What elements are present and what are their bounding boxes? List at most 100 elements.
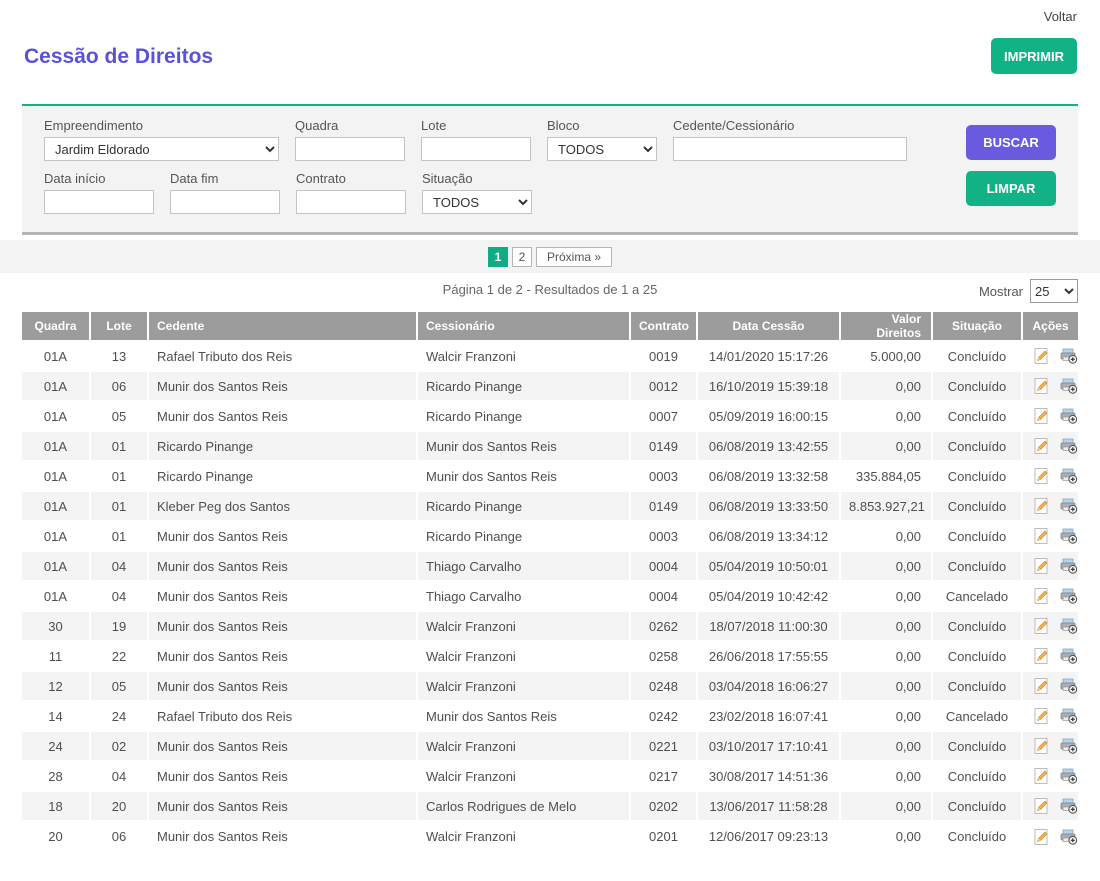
cell-quadra: 14	[22, 701, 90, 731]
table-row: 2804Munir dos Santos ReisWalcir Franzoni…	[22, 761, 1078, 791]
bloco-select[interactable]: TODOS	[547, 137, 657, 161]
print-icon[interactable]	[1060, 498, 1078, 514]
edit-icon[interactable]	[1034, 618, 1050, 634]
field-lote: Lote	[421, 118, 531, 161]
empreendimento-select[interactable]: Jardim Eldorado	[44, 137, 279, 161]
cell-data-cessao: 12/06/2017 09:23:13	[697, 821, 840, 851]
next-page-button[interactable]: Próxima »	[536, 247, 612, 267]
table-row: 1122Munir dos Santos ReisWalcir Franzoni…	[22, 641, 1078, 671]
print-icon[interactable]	[1060, 558, 1078, 574]
edit-icon[interactable]	[1034, 468, 1050, 484]
cell-quadra: 01A	[22, 491, 90, 521]
edit-icon[interactable]	[1034, 438, 1050, 454]
print-icon[interactable]	[1060, 798, 1078, 814]
edit-icon[interactable]	[1034, 829, 1050, 845]
cell-contrato: 0004	[630, 581, 697, 611]
cell-contrato: 0149	[630, 491, 697, 521]
cell-data-cessao: 13/06/2017 11:58:28	[697, 791, 840, 821]
voltar-link[interactable]: Voltar	[1044, 9, 1077, 24]
print-icon[interactable]	[1060, 468, 1078, 484]
cell-contrato: 0217	[630, 761, 697, 791]
print-icon[interactable]	[1060, 408, 1078, 424]
table-row: 2006Munir dos Santos ReisWalcir Franzoni…	[22, 821, 1078, 851]
print-icon[interactable]	[1060, 378, 1078, 394]
cell-quadra: 20	[22, 821, 90, 851]
cell-valor-direitos: 0,00	[840, 701, 932, 731]
edit-icon[interactable]	[1034, 768, 1050, 784]
pagination: 1 2 Próxima »	[0, 240, 1100, 273]
print-icon[interactable]	[1060, 708, 1078, 724]
contrato-input[interactable]	[296, 190, 406, 214]
cedente-cessionario-input[interactable]	[673, 137, 907, 161]
data-inicio-input[interactable]	[44, 190, 154, 214]
page-button-1[interactable]: 1	[488, 247, 508, 267]
edit-icon[interactable]	[1034, 708, 1050, 724]
edit-icon[interactable]	[1034, 798, 1050, 814]
print-icon[interactable]	[1060, 438, 1078, 454]
print-icon[interactable]	[1060, 768, 1078, 784]
cell-contrato: 0201	[630, 821, 697, 851]
edit-icon[interactable]	[1034, 738, 1050, 754]
edit-icon[interactable]	[1034, 348, 1050, 364]
imprimir-button[interactable]: IMPRIMIR	[991, 38, 1077, 74]
print-icon[interactable]	[1060, 829, 1078, 845]
lote-input[interactable]	[421, 137, 531, 161]
field-quadra: Quadra	[295, 118, 405, 161]
table-row: 01A05Munir dos Santos ReisRicardo Pinang…	[22, 401, 1078, 431]
print-icon[interactable]	[1060, 618, 1078, 634]
col-quadra: Quadra	[22, 312, 90, 341]
edit-icon[interactable]	[1034, 588, 1050, 604]
cell-lote: 24	[90, 701, 148, 731]
mostrar-select[interactable]: 25	[1030, 279, 1078, 303]
cell-contrato: 0007	[630, 401, 697, 431]
edit-icon[interactable]	[1034, 528, 1050, 544]
cell-cedente: Munir dos Santos Reis	[148, 521, 417, 551]
cell-data-cessao: 05/09/2019 16:00:15	[697, 401, 840, 431]
edit-icon[interactable]	[1034, 678, 1050, 694]
cessao-table: Quadra Lote Cedente Cessionário Contrato…	[22, 312, 1078, 851]
cell-cessionario: Walcir Franzoni	[417, 341, 630, 371]
cell-contrato: 0221	[630, 731, 697, 761]
cell-valor-direitos: 8.853.927,21	[840, 491, 932, 521]
edit-icon[interactable]	[1034, 648, 1050, 664]
edit-icon[interactable]	[1034, 378, 1050, 394]
lote-label: Lote	[421, 118, 531, 133]
print-icon[interactable]	[1060, 588, 1078, 604]
page-button-2[interactable]: 2	[512, 247, 532, 267]
cell-cessionario: Walcir Franzoni	[417, 641, 630, 671]
cell-quadra: 30	[22, 611, 90, 641]
cell-cedente: Ricardo Pinange	[148, 431, 417, 461]
table-row: 01A01Munir dos Santos ReisRicardo Pinang…	[22, 521, 1078, 551]
print-icon[interactable]	[1060, 738, 1078, 754]
edit-icon[interactable]	[1034, 558, 1050, 574]
cell-valor-direitos: 0,00	[840, 431, 932, 461]
buscar-button[interactable]: BUSCAR	[966, 125, 1056, 160]
cell-lote: 22	[90, 641, 148, 671]
cell-quadra: 12	[22, 671, 90, 701]
cell-data-cessao: 23/02/2018 16:07:41	[697, 701, 840, 731]
data-fim-label: Data fim	[170, 171, 280, 186]
cell-valor-direitos: 0,00	[840, 731, 932, 761]
cell-cessionario: Ricardo Pinange	[417, 491, 630, 521]
print-icon[interactable]	[1060, 348, 1078, 364]
cell-valor-direitos: 335.884,05	[840, 461, 932, 491]
cell-situacao: Concluído	[932, 731, 1022, 761]
edit-icon[interactable]	[1034, 408, 1050, 424]
table-row: 01A01Ricardo PinangeMunir dos Santos Rei…	[22, 431, 1078, 461]
cell-cessionario: Ricardo Pinange	[417, 521, 630, 551]
quadra-input[interactable]	[295, 137, 405, 161]
cell-cedente: Munir dos Santos Reis	[148, 821, 417, 851]
limpar-button[interactable]: LIMPAR	[966, 171, 1056, 206]
print-icon[interactable]	[1060, 678, 1078, 694]
cell-valor-direitos: 0,00	[840, 641, 932, 671]
cell-contrato: 0202	[630, 791, 697, 821]
cell-cessionario: Thiago Carvalho	[417, 581, 630, 611]
situacao-select[interactable]: TODOS	[422, 190, 532, 214]
cell-lote: 04	[90, 761, 148, 791]
edit-icon[interactable]	[1034, 498, 1050, 514]
print-icon[interactable]	[1060, 528, 1078, 544]
cell-situacao: Concluído	[932, 551, 1022, 581]
field-situacao: Situação TODOS	[422, 171, 532, 214]
print-icon[interactable]	[1060, 648, 1078, 664]
data-fim-input[interactable]	[170, 190, 280, 214]
